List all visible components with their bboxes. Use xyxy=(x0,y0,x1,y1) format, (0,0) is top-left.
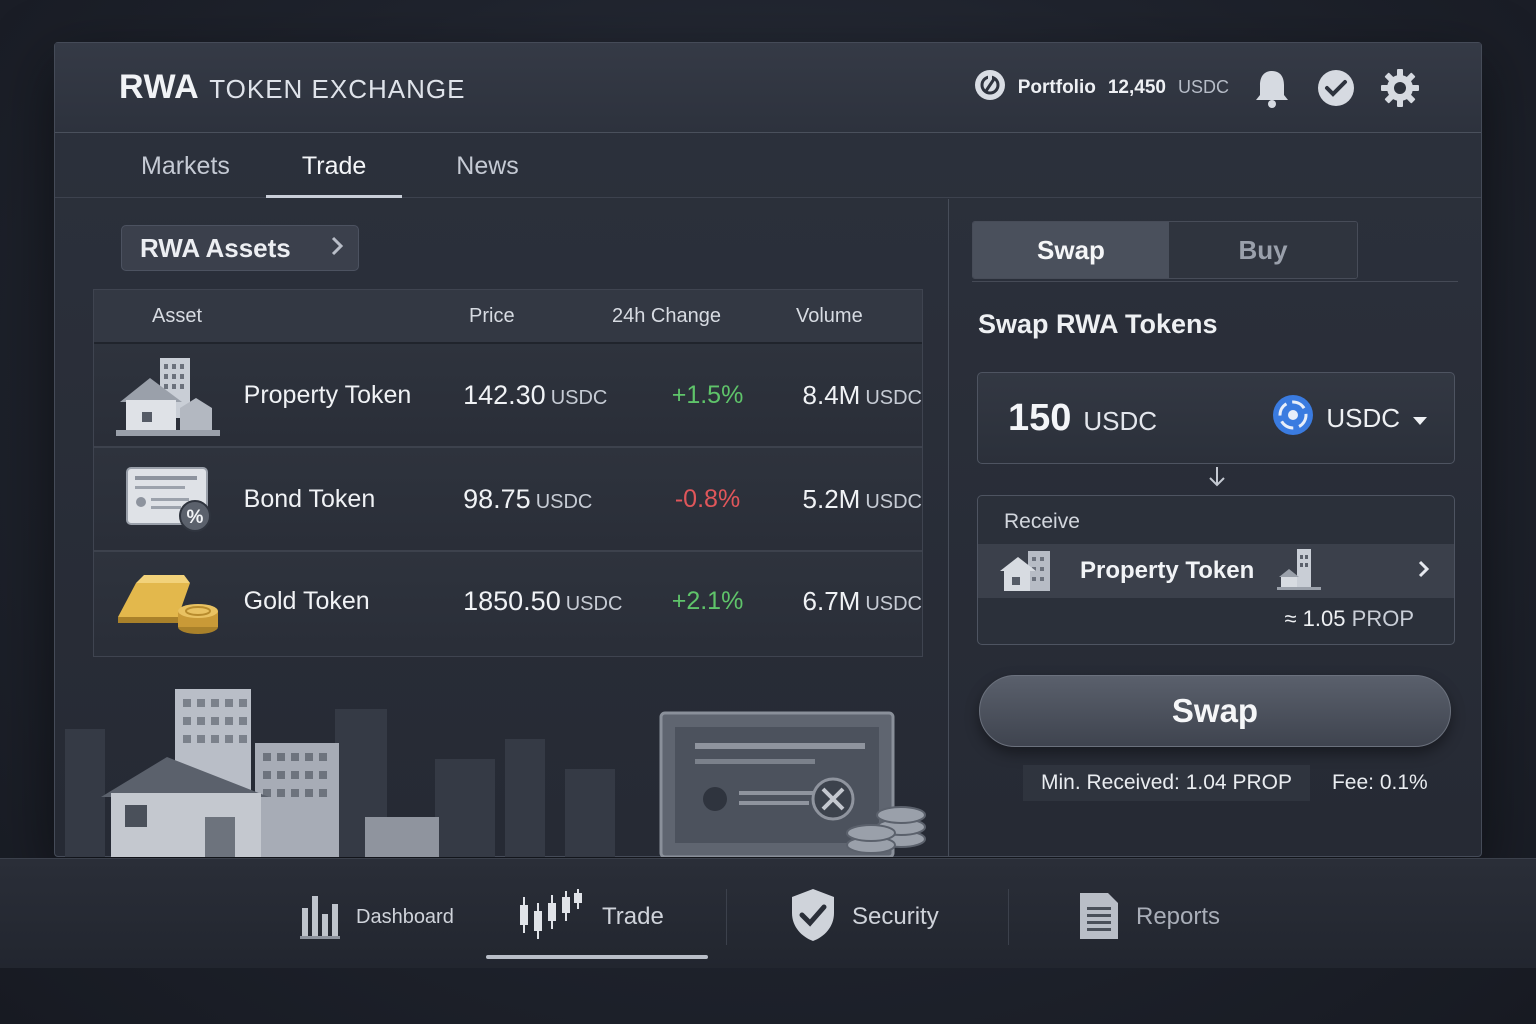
shield-check-icon xyxy=(790,887,836,948)
receive-estimate: ≈ 1.05 PROP xyxy=(1284,606,1415,631)
gear-icon[interactable] xyxy=(1379,67,1421,109)
check-circle-icon[interactable] xyxy=(1315,67,1357,109)
col-asset: Asset xyxy=(152,304,203,327)
asset-change: +2.1% xyxy=(671,586,744,615)
property-icon xyxy=(94,352,244,438)
pay-amount-field[interactable]: 150 USDC USDC xyxy=(977,372,1455,464)
nav-security[interactable]: Security xyxy=(790,887,939,947)
document-icon xyxy=(1078,889,1120,946)
nav-dashboard-label: Dashboard xyxy=(356,905,454,928)
panel-title: Swap RWA Tokens xyxy=(978,309,1218,339)
bar-chart-icon xyxy=(300,890,340,945)
receive-token-name: Property Token xyxy=(1080,557,1255,584)
svg-text:%: % xyxy=(186,507,203,528)
nav-trade-label: Trade xyxy=(602,903,664,930)
pay-token-select[interactable]: USDC xyxy=(1272,394,1428,443)
chevron-right-icon xyxy=(330,233,344,264)
wallet-icon xyxy=(974,69,1006,107)
receive-label: Receive xyxy=(1004,510,1080,533)
brand-bold: RWA xyxy=(119,68,200,106)
assets-panel: RWA Assets Asset Price 24h Change Volume xyxy=(55,199,949,859)
swap-details: Min. Received: 1.04 PROP Fee: 0.1% xyxy=(1023,765,1428,801)
portfolio-summary[interactable]: Portfolio 12,450 USDC xyxy=(974,69,1229,107)
table-row[interactable]: % Bond Token 98.75 USDC -0.8% 5.2M USDC xyxy=(94,448,922,552)
assets-table: Asset Price 24h Change Volume Property T… xyxy=(93,289,923,657)
tab-news[interactable]: News xyxy=(420,134,555,197)
asset-price: 1850.50 USDC xyxy=(463,585,623,616)
arrow-down-icon xyxy=(1207,465,1227,494)
asset-change: +1.5% xyxy=(671,380,744,409)
col-price: Price xyxy=(469,304,515,327)
swap-button[interactable]: Swap xyxy=(979,675,1451,747)
tab-trade[interactable]: Trade xyxy=(265,134,403,198)
app-window: RWA TOKEN EXCHANGE Portfolio 12,450 USDC xyxy=(54,42,1482,859)
table-row[interactable]: Gold Token 1850.50 USDC +2.1% 6.7M USDC xyxy=(94,552,922,650)
table-row[interactable]: Property Token 142.30 USDC +1.5% 8.4M USDC xyxy=(94,344,922,448)
seg-swap[interactable]: Swap xyxy=(973,222,1169,278)
asset-name: Bond Token xyxy=(243,484,376,513)
chevron-right-icon xyxy=(1418,560,1430,583)
swap-panel: Swap Buy Swap RWA Tokens 150 USDC USDC R… xyxy=(951,199,1481,857)
tab-markets[interactable]: Markets xyxy=(105,134,266,197)
divider xyxy=(972,281,1458,282)
nav-trade[interactable]: Trade xyxy=(518,887,664,947)
receive-token-select[interactable]: Property Token xyxy=(978,544,1454,598)
rwa-assets-label: RWA Assets xyxy=(140,232,291,263)
nav-divider xyxy=(1008,889,1009,945)
rwa-assets-button[interactable]: RWA Assets xyxy=(121,225,359,271)
table-header: Asset Price 24h Change Volume xyxy=(94,290,922,344)
main-tabs: Markets Trade News xyxy=(55,134,1481,198)
col-volume: Volume xyxy=(796,304,863,327)
brand-logo: RWA TOKEN EXCHANGE xyxy=(119,68,465,107)
min-received: Min. Received: 1.04 PROP xyxy=(1023,765,1310,801)
asset-name: Gold Token xyxy=(243,586,370,615)
nav-divider xyxy=(726,889,727,945)
pay-amount-unit: USDC xyxy=(1083,405,1158,436)
gold-icon xyxy=(94,565,244,637)
asset-price: 98.75 USDC xyxy=(463,483,593,514)
brand-light: TOKEN EXCHANGE xyxy=(209,74,466,104)
asset-change: -0.8% xyxy=(674,484,741,513)
pay-token-label: USDC xyxy=(1326,402,1400,433)
portfolio-amount: 12,450 xyxy=(1107,76,1166,98)
property-token-icon xyxy=(998,547,1062,596)
bell-icon[interactable] xyxy=(1251,67,1293,109)
col-change: 24h Change xyxy=(612,304,721,327)
usdc-coin-icon xyxy=(1272,394,1314,443)
bond-icon: % xyxy=(94,464,244,534)
caret-down-icon xyxy=(1412,403,1428,434)
asset-volume: 6.7M USDC xyxy=(802,585,922,616)
portfolio-unit: USDC xyxy=(1177,77,1229,97)
building-icon xyxy=(1275,547,1323,596)
asset-volume: 8.4M USDC xyxy=(802,379,922,410)
nav-reports-label: Reports xyxy=(1136,903,1221,930)
asset-name: Property Token xyxy=(243,380,412,409)
seg-buy[interactable]: Buy xyxy=(1169,222,1357,278)
bottom-nav: Dashboard Trade Security Reports xyxy=(0,858,1536,968)
nav-reports[interactable]: Reports xyxy=(1078,887,1220,947)
city-illustration xyxy=(55,669,949,859)
pay-amount-value[interactable]: 150 xyxy=(1008,397,1071,440)
portfolio-label: Portfolio xyxy=(1017,76,1096,98)
header: RWA TOKEN EXCHANGE Portfolio 12,450 USDC xyxy=(55,43,1481,133)
nav-security-label: Security xyxy=(852,903,939,930)
nav-dashboard[interactable]: Dashboard xyxy=(300,887,454,947)
asset-price: 142.30 USDC xyxy=(463,379,608,410)
asset-volume: 5.2M USDC xyxy=(802,483,922,514)
swap-buy-toggle: Swap Buy xyxy=(972,221,1358,279)
candlestick-icon xyxy=(518,888,582,946)
nav-active-indicator xyxy=(486,955,708,959)
receive-box: Receive Property Token ≈ 1.05 PROP xyxy=(977,495,1455,645)
fee-info: Fee: 0.1% xyxy=(1331,771,1428,794)
